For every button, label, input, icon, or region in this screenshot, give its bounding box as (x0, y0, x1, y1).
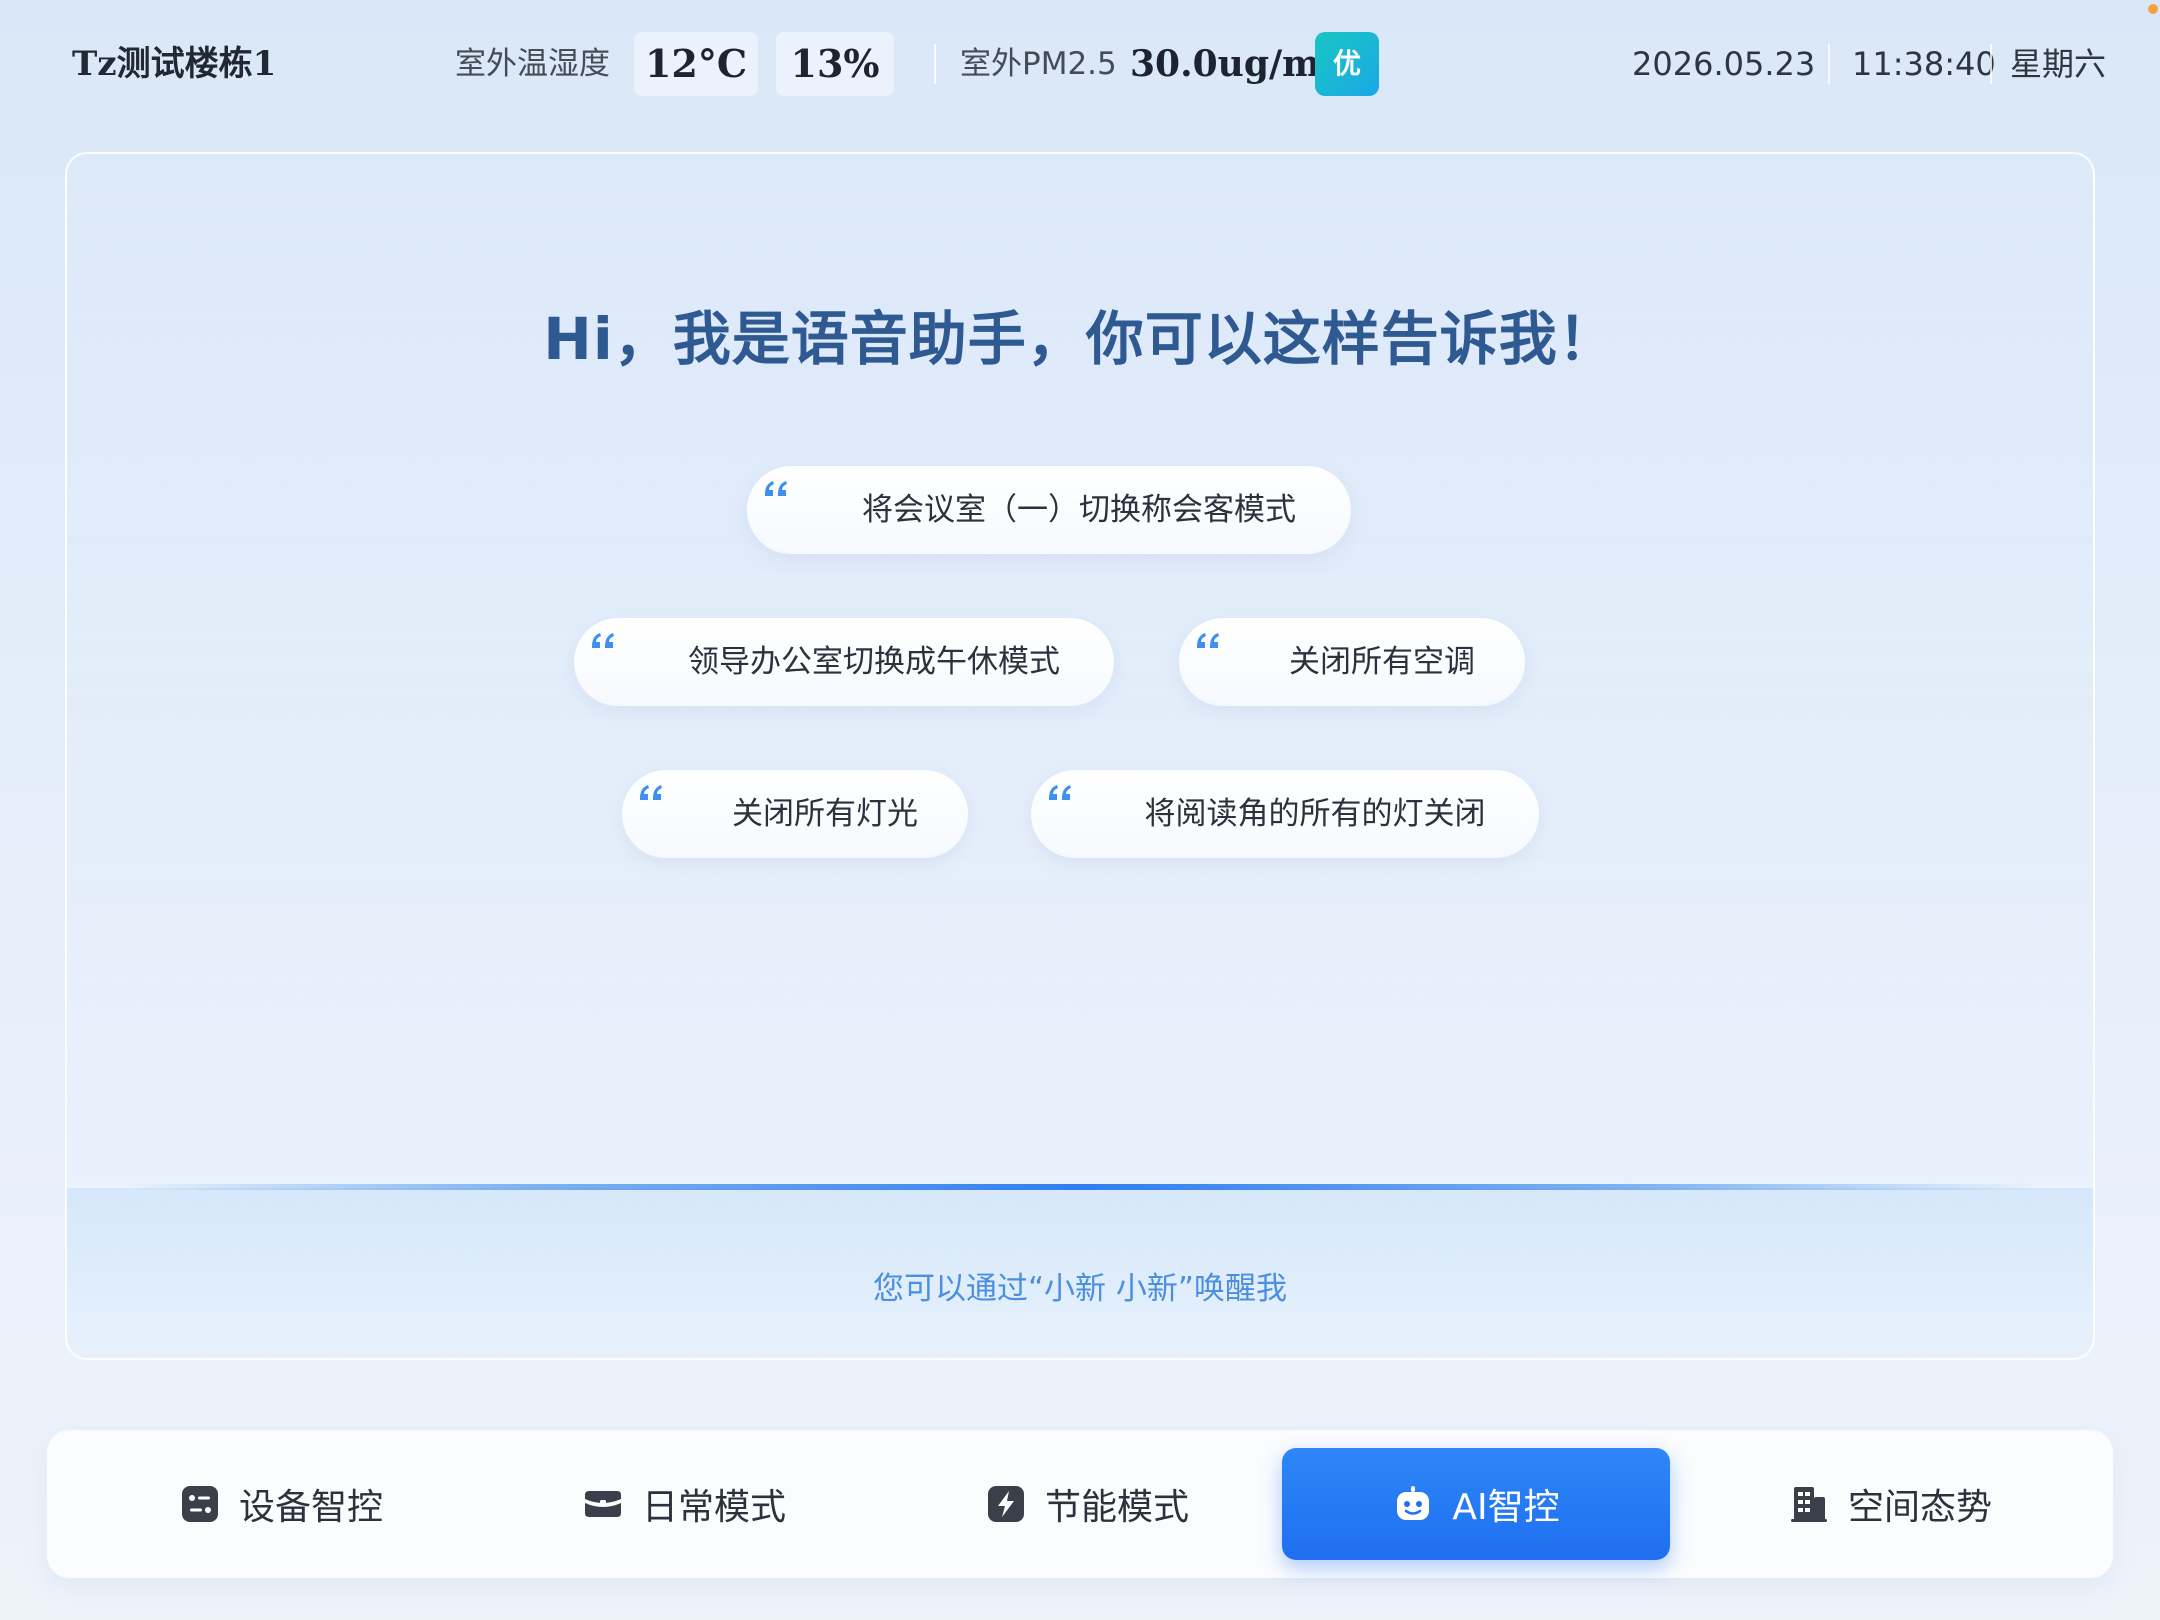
nav-item-device-control[interactable]: 设备智控 (87, 1448, 475, 1560)
assistant-greeting: Hi，我是语音助手，你可以这样告诉我！ (543, 305, 1617, 373)
nav-item-daily-mode[interactable]: 日常模式 (490, 1448, 878, 1560)
header-divider (1990, 44, 1992, 84)
nav-item-space-situation[interactable]: 空间态势 (1696, 1448, 2084, 1560)
building-name[interactable]: Tz测试楼栋1 (72, 40, 276, 88)
outdoor-temp-humidity-label: 室外温湿度 (455, 46, 610, 82)
nav-label: 设备智控 (238, 1487, 383, 1528)
nav-label: 节能模式 (1044, 1487, 1189, 1528)
nav-item-energy-saving[interactable]: 节能模式 (893, 1448, 1281, 1560)
nav-label: 空间态势 (1847, 1487, 1992, 1528)
top-status-bar: Tz测试楼栋1 室外温湿度 12°C 13% 室外PM2.5 30.0ug/m³… (0, 0, 2160, 130)
nav-item-ai-control[interactable]: AI智控 (1282, 1448, 1670, 1560)
current-date: 2026.05.23 (1632, 45, 1816, 83)
voice-assistant-panel: Hi，我是语音助手，你可以这样告诉我！ 将会议室（一）切换称会客模式 领导办公室… (65, 152, 2095, 1360)
current-weekday: 星期六 (2010, 45, 2107, 83)
bottom-navigation: 设备智控 日常模式 节能模式 AI智控 空间态势 (47, 1430, 2113, 1578)
outdoor-pm-label: 室外PM2.5 (960, 46, 1117, 82)
suggestion-pill[interactable]: 将阅读角的所有的灯关闭 (1031, 770, 1539, 858)
status-dot-icon (2148, 4, 2158, 14)
suggestion-text: 将会议室（一）切换称会客模式 (862, 492, 1296, 528)
nav-label: AI智控 (1452, 1487, 1560, 1528)
current-time: 11:38:40 (1852, 45, 1996, 83)
header-divider (1828, 44, 1830, 84)
humidity-value: 13% (776, 32, 894, 96)
temperature-value: 12°C (634, 32, 758, 96)
suggestion-text: 关闭所有空调 (1289, 644, 1475, 680)
pm-value: 30.0ug/m³ (1130, 43, 1337, 85)
suggestion-pill[interactable]: 领导办公室切换成午休模式 (574, 618, 1114, 706)
suggestion-text: 将阅读角的所有的灯关闭 (1144, 796, 1486, 832)
header-divider (934, 44, 936, 84)
air-quality-badge: 优 (1315, 32, 1379, 96)
suggestion-pill[interactable]: 关闭所有灯光 (622, 770, 968, 858)
robot-icon (1397, 1486, 1430, 1520)
suggestion-text: 领导办公室切换成午休模式 (688, 644, 1060, 680)
daily-mode-icon (584, 1491, 621, 1517)
suggestion-pill[interactable]: 将会议室（一）切换称会客模式 (747, 466, 1351, 554)
building-icon (1790, 1487, 1827, 1522)
nav-label: 日常模式 (641, 1487, 786, 1528)
suggestion-pill[interactable]: 关闭所有空调 (1179, 618, 1525, 706)
device-control-icon (181, 1486, 218, 1522)
wake-word-hint: 您可以通过“小新 小新”唤醒我 (873, 1271, 1287, 1307)
suggestion-text: 关闭所有灯光 (732, 796, 918, 832)
energy-saving-icon (987, 1486, 1024, 1522)
voice-wave-line (127, 1184, 2037, 1190)
